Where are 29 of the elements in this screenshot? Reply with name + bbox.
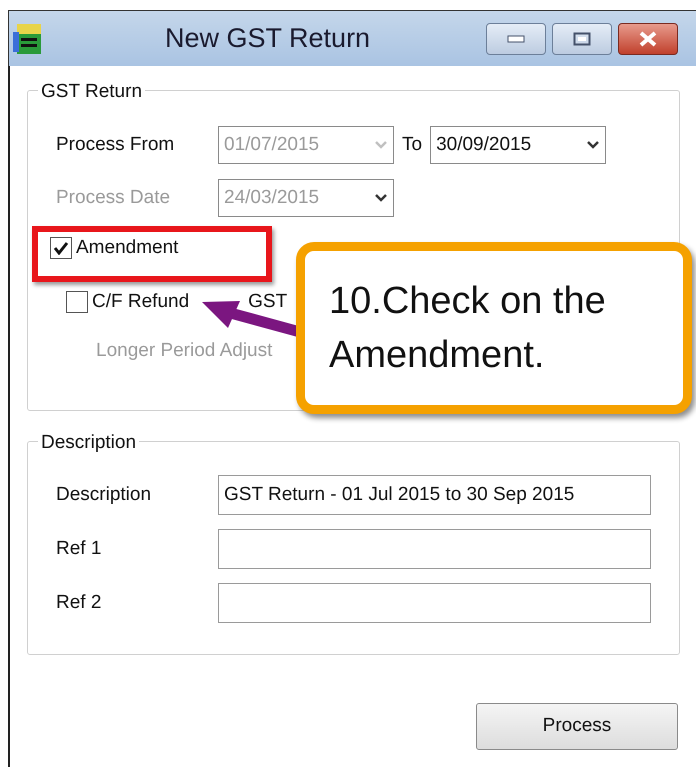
option-label: Longer Period Adjust — [96, 339, 272, 363]
maximize-icon — [573, 32, 592, 46]
maximize-button[interactable] — [552, 22, 612, 54]
checkbox-label: GST — [248, 290, 288, 314]
field-label: Ref 1 — [56, 536, 102, 561]
check-icon — [53, 241, 69, 255]
chevron-down-icon — [374, 140, 388, 150]
field-label: Process Date — [56, 186, 172, 210]
field-label: Ref 2 — [56, 590, 102, 615]
chevron-down-icon — [586, 140, 600, 150]
process-button[interactable]: Process — [476, 703, 678, 750]
close-icon — [638, 30, 658, 46]
chevron-down-icon — [374, 193, 388, 203]
checkbox-label: C/F Refund — [92, 290, 190, 314]
checkbox[interactable] — [50, 237, 72, 259]
field-label: Process From — [56, 132, 176, 157]
close-button[interactable] — [618, 22, 678, 54]
text-field[interactable] — [218, 583, 651, 623]
callout-text: 10.Check on the Amendment. — [329, 279, 607, 378]
minimize-button[interactable] — [486, 22, 546, 54]
window-title: New GST Return — [165, 22, 370, 56]
checkbox[interactable] — [66, 291, 88, 313]
field-label: Description — [56, 482, 152, 507]
text-field[interactable] — [218, 529, 651, 569]
checkbox-label: Amendment — [76, 236, 178, 260]
text-field[interactable]: GST Return - 01 Jul 2015 to 30 Sep 2015 — [218, 475, 651, 515]
date-dropdown[interactable]: 30/09/2015 — [430, 126, 606, 164]
minimize-icon — [507, 34, 526, 42]
field-label: To — [402, 132, 422, 157]
